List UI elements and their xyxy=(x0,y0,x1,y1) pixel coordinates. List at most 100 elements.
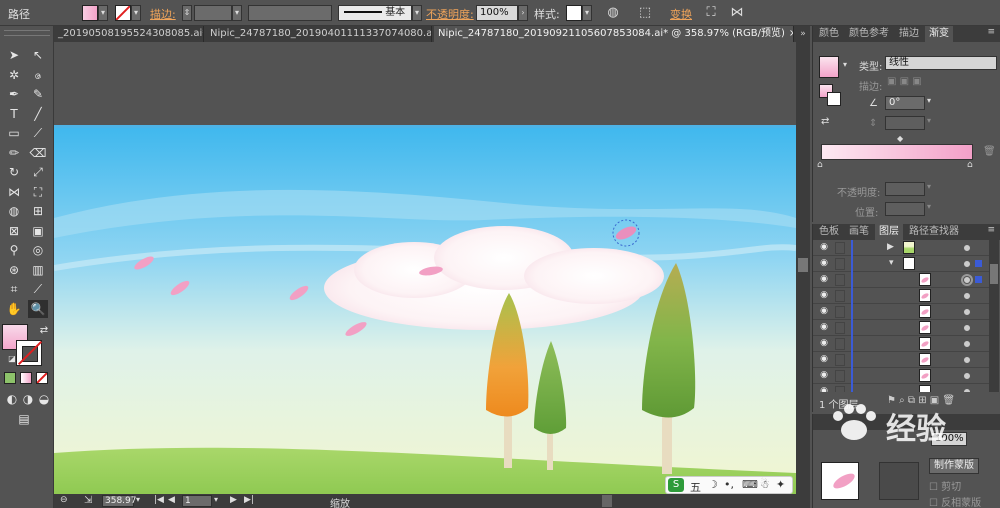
lock-toggle[interactable] xyxy=(835,322,845,334)
ime-mode-label[interactable]: 五 xyxy=(690,479,701,495)
layer-row[interactable]: ◉ xyxy=(813,288,989,304)
stroke-dropdown[interactable]: ▾ xyxy=(131,5,141,21)
target-circle[interactable] xyxy=(963,372,971,380)
stroke-weight-dropdown[interactable]: ▾ xyxy=(232,5,242,21)
lock-toggle[interactable] xyxy=(835,258,845,270)
visibility-eye-icon[interactable]: ◉ xyxy=(819,371,829,380)
default-colors-icon[interactable]: ◪ xyxy=(2,350,22,368)
zoom-dropdown-icon[interactable]: ▾ xyxy=(136,495,140,504)
layers-scroll-thumb[interactable] xyxy=(990,264,998,284)
lock-toggle[interactable] xyxy=(835,338,845,350)
tools-icon[interactable]: ✦ xyxy=(776,478,785,491)
stop-opacity-dropdown-icon[interactable]: ▾ xyxy=(927,182,931,191)
perspective-grid-tool-icon[interactable]: ⊞ xyxy=(28,202,48,220)
gradient-preview-swatch[interactable] xyxy=(819,56,839,78)
target-circle[interactable] xyxy=(963,388,971,392)
tab-layers[interactable]: 图层 xyxy=(875,224,903,240)
lock-toggle[interactable] xyxy=(835,290,845,302)
swap-fill-stroke-icon[interactable]: ⇄ xyxy=(34,322,54,340)
tools-grip[interactable] xyxy=(4,30,50,36)
blend-tool-icon[interactable]: ◎ xyxy=(28,241,48,259)
layer-row[interactable]: ◉ xyxy=(813,320,989,336)
punctuation-icon[interactable]: •, xyxy=(724,478,734,491)
lock-toggle[interactable] xyxy=(835,370,845,382)
width-tool-icon[interactable]: ⋈ xyxy=(4,183,24,201)
direct-selection-tool-icon[interactable]: ↖ xyxy=(28,46,48,64)
eyedropper-tool-icon[interactable]: ⚲ xyxy=(4,241,24,259)
variable-width-profile[interactable] xyxy=(248,5,332,21)
gradient-slider[interactable] xyxy=(821,144,973,160)
keyboard-icon[interactable]: ⌨ xyxy=(742,478,758,491)
target-circle[interactable] xyxy=(963,356,971,364)
selection-indicator[interactable] xyxy=(975,276,982,283)
target-circle[interactable] xyxy=(963,244,971,252)
opacity-dropdown[interactable]: › xyxy=(518,5,528,21)
close-tab-icon[interactable]: × xyxy=(789,28,793,39)
layer-row[interactable]: ◉ ▶ xyxy=(813,240,989,256)
visibility-eye-icon[interactable]: ◉ xyxy=(819,291,829,300)
scale-tool-icon[interactable]: ⤢ xyxy=(28,163,48,181)
object-thumbnail[interactable] xyxy=(821,462,859,500)
stop-location-dropdown-icon[interactable]: ▾ xyxy=(927,202,931,211)
align-icon[interactable]: ⬚ xyxy=(636,4,654,22)
tab-brushes[interactable]: 画笔 xyxy=(845,224,873,240)
angle-dropdown-icon[interactable]: ▾ xyxy=(927,96,931,105)
make-mask-button[interactable]: 制作蒙版 xyxy=(929,458,979,474)
last-artboard-icon[interactable]: ▶| xyxy=(244,495,254,505)
scroll-thumb[interactable] xyxy=(798,258,808,272)
status-menu-icon[interactable]: ⊖ xyxy=(60,495,68,505)
tab-document-1[interactable]: _20190508195524308085.ai*× xyxy=(54,26,204,42)
midpoint-diamond-icon[interactable]: ◆ xyxy=(897,134,903,143)
pen-tool-icon[interactable]: ✒ xyxy=(4,85,24,103)
layer-row[interactable]: ◉ xyxy=(813,384,989,392)
gradient-preview-dropdown-icon[interactable]: ▾ xyxy=(843,60,847,69)
gradient-stop-right[interactable]: ⌂ xyxy=(967,160,973,170)
export-icon[interactable]: ⇲ xyxy=(84,495,92,506)
skin-icon[interactable]: ☃ xyxy=(760,478,770,491)
slice-tool-icon[interactable]: ⟋ xyxy=(28,280,48,298)
gradient-mode-icon[interactable] xyxy=(20,372,32,384)
lock-toggle[interactable] xyxy=(835,306,845,318)
screen-mode-icon[interactable]: ▤ xyxy=(14,410,34,428)
gradient-type-select[interactable]: 线性 xyxy=(885,56,997,70)
layers-scrollbar[interactable] xyxy=(989,240,999,392)
visibility-eye-icon[interactable]: ◉ xyxy=(819,307,829,316)
eraser-tool-icon[interactable]: ⌫ xyxy=(28,144,48,162)
visibility-eye-icon[interactable]: ◉ xyxy=(819,339,829,348)
artboard-number-field[interactable]: 1 xyxy=(182,495,212,507)
none-mode-icon[interactable] xyxy=(36,372,48,384)
curvature-tool-icon[interactable]: ✎ xyxy=(28,85,48,103)
tab-stroke[interactable]: 描边 xyxy=(895,26,923,42)
brush-definition-select[interactable]: 基本 xyxy=(338,5,412,21)
more-options-icon[interactable]: ⋈ xyxy=(728,4,746,22)
angle-input[interactable]: 0° xyxy=(885,96,925,110)
fill-dropdown[interactable]: ▾ xyxy=(98,5,108,21)
visibility-eye-icon[interactable]: ◉ xyxy=(819,243,829,252)
target-circle[interactable] xyxy=(963,324,971,332)
layer-row[interactable]: ◉ xyxy=(813,352,989,368)
target-circle[interactable] xyxy=(963,276,971,284)
target-circle[interactable] xyxy=(963,260,971,268)
canvas-vertical-scrollbar[interactable] xyxy=(796,42,810,494)
magic-wand-tool-icon[interactable]: ✲ xyxy=(4,66,24,84)
horizontal-scroll-thumb[interactable] xyxy=(602,495,612,507)
reverse-gradient-icon[interactable]: ⇄ xyxy=(821,116,829,127)
selection-tool-icon[interactable]: ➤ xyxy=(4,46,24,64)
tabs-overflow-icon[interactable]: » xyxy=(796,26,810,42)
gradient-stop-left[interactable]: ⌂ xyxy=(817,160,823,170)
lasso-tool-icon[interactable]: ဇ xyxy=(28,66,48,84)
stop-opacity-input[interactable] xyxy=(885,182,925,196)
pencil-tool-icon[interactable]: ✏ xyxy=(4,144,24,162)
isolate-object-icon[interactable]: ⛶ xyxy=(702,4,720,22)
free-transform-tool-icon[interactable]: ⛶ xyxy=(28,183,48,201)
target-circle[interactable] xyxy=(963,308,971,316)
tab-pathfinder[interactable]: 路径查找器 xyxy=(905,224,963,240)
stroke-gradient-buttons[interactable]: ▣ ▣ ▣ xyxy=(887,76,922,87)
lock-toggle[interactable] xyxy=(835,242,845,254)
layer-row[interactable]: ◉ ▾ xyxy=(813,256,989,272)
lock-toggle[interactable] xyxy=(835,386,845,392)
graphic-style-dropdown[interactable]: ▾ xyxy=(582,5,592,21)
color-mode-icon[interactable] xyxy=(4,372,16,384)
graphic-style-swatch[interactable] xyxy=(566,5,582,21)
expand-toggle-icon[interactable]: ▶ xyxy=(887,242,894,252)
